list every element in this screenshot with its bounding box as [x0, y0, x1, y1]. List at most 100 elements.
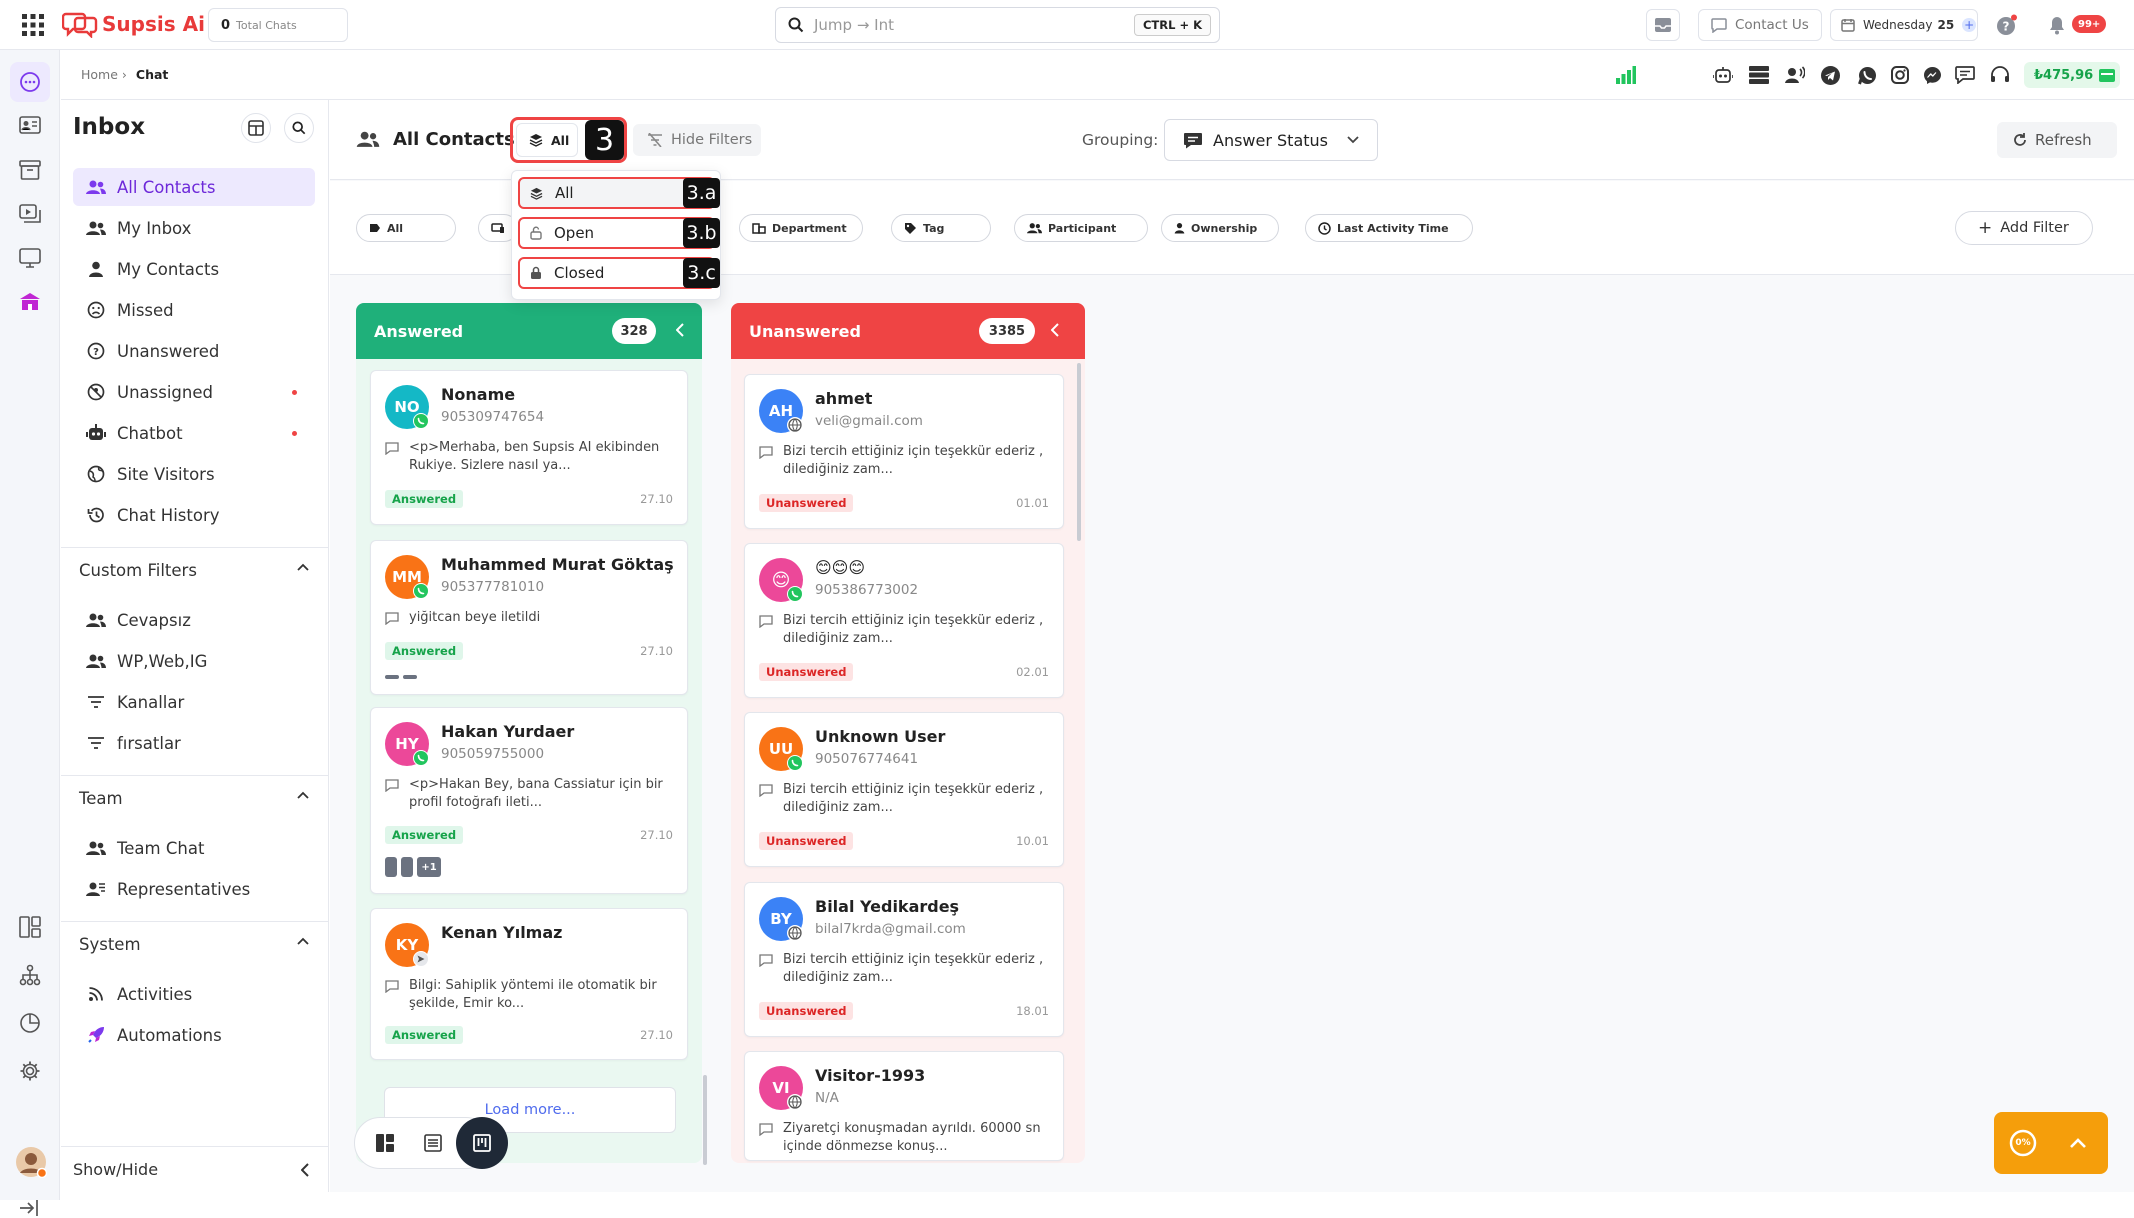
rail-logout-icon[interactable] [19, 1198, 41, 1218]
add-date-icon[interactable]: + [1962, 18, 1977, 32]
app-logo[interactable]: Supsis Ai [62, 10, 205, 38]
breadcrumb-home[interactable]: Home [81, 67, 118, 82]
sidebar-item-kanallar[interactable]: Kanallar [73, 683, 315, 721]
search-input[interactable]: Jump → Int CTRL + K [775, 7, 1220, 43]
inbox-tray-button[interactable] [1646, 9, 1680, 41]
sidebar-item-unanswered[interactable]: ? Unanswered [73, 332, 315, 370]
rail-store-icon[interactable] [19, 292, 41, 312]
rail-media-icon[interactable] [19, 204, 41, 224]
list-view-icon[interactable] [415, 1125, 451, 1161]
sidebar-item-all-contacts[interactable]: All Contacts [73, 168, 315, 206]
rail-archive-icon[interactable] [19, 160, 41, 180]
sidebar-item-label: Kanallar [117, 692, 185, 712]
app-grid-icon[interactable] [22, 14, 44, 36]
sidebar-item-cevapsiz[interactable]: Cevapsız [73, 601, 315, 639]
chip-all[interactable]: All [356, 214, 456, 242]
tag-dark-icon [369, 223, 381, 233]
team-header[interactable]: Team [61, 775, 329, 821]
instagram-icon[interactable] [1891, 66, 1909, 84]
chip-tag[interactable]: Tag [891, 214, 991, 242]
rail-monitor-icon[interactable] [19, 248, 41, 268]
voice-users-icon[interactable] [1785, 66, 1805, 84]
server-icon[interactable] [1749, 66, 1769, 84]
signal-icon[interactable] [1616, 66, 1636, 84]
rss-icon [85, 983, 107, 1005]
sidebar-item-representatives[interactable]: Representatives [73, 870, 315, 908]
contact-us-button[interactable]: Contact Us [1698, 9, 1822, 41]
user-avatar[interactable] [15, 1146, 47, 1178]
custom-filters-header[interactable]: Custom Filters [61, 547, 329, 593]
sidebar-item-my-contacts[interactable]: My Contacts [73, 250, 315, 288]
chat-card[interactable]: 😊 😊😊😊 905386773002 Bizi tercih ettiğiniz… [744, 543, 1064, 698]
message-icon [385, 612, 399, 625]
grouping-select[interactable]: Answer Status [1164, 119, 1378, 161]
sidebar-search-button[interactable] [284, 113, 314, 143]
column-title: Answered [374, 321, 464, 341]
bot-icon[interactable] [1713, 66, 1733, 84]
hide-filters-label: Hide Filters [671, 132, 753, 148]
column-count: 328 [612, 318, 656, 344]
globe-icon [85, 463, 107, 485]
main-title: All Contacts [393, 129, 515, 150]
balance-badge[interactable]: ₺475,96 [2024, 62, 2120, 88]
chat-card[interactable]: VI Visitor-1993 N/A Ziyaretçi konuşmadan… [744, 1051, 1064, 1161]
sidebar-item-activities[interactable]: Activities [73, 975, 315, 1013]
messenger-icon[interactable] [1923, 66, 1942, 85]
show-hide-toggle[interactable]: Show/Hide [61, 1146, 329, 1192]
sidebar-item-automations[interactable]: Automations [73, 1016, 315, 1054]
chat-card[interactable]: MM Muhammed Murat Göktaş 905377781010 yi… [370, 540, 688, 695]
sidebar-item-firsatlar[interactable]: fırsatlar [73, 724, 315, 762]
chat-card[interactable]: KY Kenan Yılmaz Bilgi: Sahiplik yöntemi … [370, 908, 688, 1060]
sidebar-item-unassigned[interactable]: Unassigned [73, 373, 315, 411]
sidebar-item-site-visitors[interactable]: Site Visitors [73, 455, 315, 493]
system-header[interactable]: System [61, 921, 329, 967]
collapse-left-icon[interactable] [676, 323, 684, 337]
rail-contacts-icon[interactable] [19, 116, 41, 134]
rail-org-chart-icon[interactable] [19, 964, 41, 986]
rail-settings-icon[interactable] [19, 1060, 41, 1082]
chat-card[interactable]: UU Unknown User 905076774641 Bizi tercih… [744, 712, 1064, 867]
chat-card[interactable]: BY Bilal Yedikardeş bilal7krda@gmail.com… [744, 882, 1064, 1037]
date-widget[interactable]: Wednesday 25 + [1830, 9, 1978, 41]
rail-chat-icon[interactable] [10, 62, 50, 102]
rail-reports-icon[interactable] [19, 1012, 41, 1034]
last-message: Ziyaretçi konuşmadan ayrıldı. 60000 sn i… [783, 1121, 1041, 1154]
collapse-left-icon[interactable] [1051, 323, 1059, 337]
annotation-label-3c: 3.c [683, 258, 720, 288]
refresh-button[interactable]: Refresh [1997, 122, 2117, 158]
telegram-icon[interactable] [1821, 66, 1840, 85]
annotation-label-3b: 3.b [683, 218, 720, 248]
unanswered-scrollbar[interactable] [1077, 363, 1081, 541]
whatsapp-icon[interactable] [1858, 66, 1877, 85]
sms-icon[interactable] [1955, 66, 1975, 84]
chat-card[interactable]: HY Hakan Yurdaer 905059755000 <p>Hakan B… [370, 707, 688, 894]
hide-filters-button[interactable]: Hide Filters [633, 124, 761, 156]
more-participants[interactable]: +1 [417, 857, 441, 877]
add-filter-button[interactable]: + Add Filter [1955, 211, 2093, 245]
chip-last-activity-time[interactable]: Last Activity Time [1305, 214, 1473, 242]
sidebar-item-team-chat[interactable]: Team Chat [73, 829, 315, 867]
answered-scrollbar[interactable] [703, 1075, 707, 1165]
chat-card[interactable]: NO Noname 905309747654 <p>Merhaba, ben S… [370, 370, 688, 525]
chip-department[interactable]: Department [739, 214, 863, 242]
contact-name: Hakan Yurdaer [441, 722, 575, 741]
rail-layout-icon[interactable] [19, 916, 41, 938]
chip-ownership[interactable]: Ownership [1161, 214, 1279, 242]
sidebar-item-chatbot[interactable]: Chatbot [73, 414, 315, 452]
total-chats-box[interactable]: 0 Total Chats [208, 8, 348, 42]
layout-toggle-button[interactable] [241, 113, 271, 143]
sidebar-item-wp-web-ig[interactable]: WP,Web,IG [73, 642, 315, 680]
sidebar-item-my-inbox[interactable]: My Inbox [73, 209, 315, 247]
contact-name: ahmet [815, 389, 873, 408]
headset-icon[interactable] [1990, 66, 2010, 84]
chat-card[interactable]: AH ahmet veli@gmail.com Bizi tercih etti… [744, 374, 1064, 529]
sidebar-item-chat-history[interactable]: Chat History [73, 496, 315, 534]
status-filter-button[interactable]: All [516, 123, 578, 157]
help-icon[interactable]: ? [1996, 14, 2018, 36]
kanban-view-button[interactable] [456, 1117, 508, 1169]
board-view-icon[interactable] [367, 1125, 403, 1161]
chip-participant[interactable]: Participant [1014, 214, 1148, 242]
progress-widget[interactable]: 0% [1994, 1112, 2108, 1174]
sidebar-item-missed[interactable]: Missed [73, 291, 315, 329]
bell-icon[interactable] [2048, 15, 2066, 35]
